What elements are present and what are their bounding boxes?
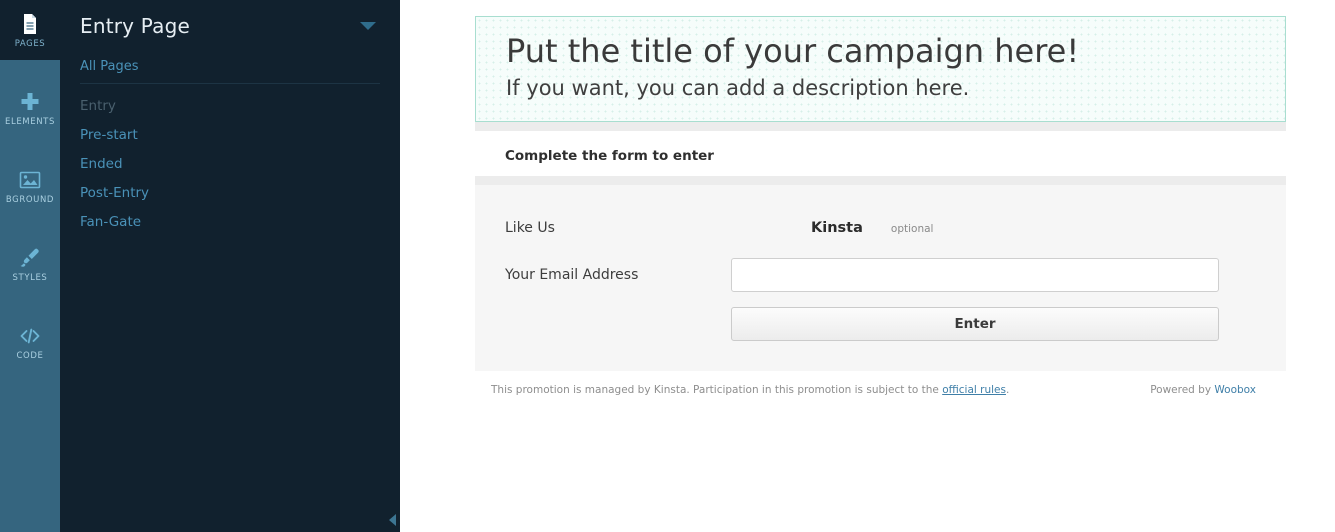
campaign-content-column: Put the title of your campaign here! If … xyxy=(475,0,1286,396)
panel-divider xyxy=(80,83,380,84)
all-pages-link[interactable]: All Pages xyxy=(80,52,380,83)
email-control xyxy=(731,257,1256,292)
brand-name: Kinsta xyxy=(811,219,863,236)
powered-by-prefix: Powered by xyxy=(1150,383,1215,396)
enter-button[interactable]: Enter xyxy=(731,306,1219,341)
rail-item-code-label: CODE xyxy=(16,350,44,361)
like-us-control: Kinsta optional xyxy=(731,220,1256,236)
rail-item-styles-label: STYLES xyxy=(12,272,48,283)
like-us-row: Like Us Kinsta optional xyxy=(505,213,1256,243)
email-field[interactable] xyxy=(731,257,1219,292)
like-us-label: Like Us xyxy=(505,219,555,236)
campaign-description-text: If you want, you can add a description h… xyxy=(506,75,970,100)
page-item-pre-start[interactable]: Pre-start xyxy=(80,120,380,149)
official-rules-link[interactable]: official rules xyxy=(942,384,1006,396)
submit-row: Enter xyxy=(505,306,1256,341)
woobox-campaign-editor: PAGES ELEMENTS BGROUND STYLES CODE Entry… xyxy=(0,0,1335,532)
divider-band-bottom xyxy=(475,175,1286,185)
rail-item-styles[interactable]: STYLES xyxy=(0,234,60,294)
footer-legal-prefix: This promotion is managed by Kinsta. Par… xyxy=(491,383,943,396)
campaign-preview-canvas: Put the title of your campaign here! If … xyxy=(400,0,1335,532)
pages-panel: Entry Page All Pages Entry Pre-start End… xyxy=(60,0,400,532)
pages-list: Entry Pre-start Ended Post-Entry Fan-Gat… xyxy=(80,91,380,236)
page-title: Entry Page xyxy=(80,14,190,38)
optional-badge: optional xyxy=(890,222,934,235)
woobox-link[interactable]: Woobox xyxy=(1214,384,1256,396)
chevron-down-icon[interactable] xyxy=(360,22,376,30)
tool-rail: PAGES ELEMENTS BGROUND STYLES CODE xyxy=(0,0,60,532)
footer-legal-text: This promotion is managed by Kinsta. Par… xyxy=(491,384,1150,396)
entry-form: Like Us Kinsta optional Your Email Addre… xyxy=(475,184,1286,371)
rail-spacer xyxy=(0,294,60,312)
page-item-post-entry[interactable]: Post-Entry xyxy=(80,178,380,207)
brush-icon xyxy=(18,246,42,270)
page-item-ended[interactable]: Ended xyxy=(80,149,380,178)
powered-by: Powered by Woobox xyxy=(1150,384,1256,396)
rail-spacer xyxy=(0,138,60,156)
collapse-panel-arrow-icon[interactable] xyxy=(389,514,396,526)
form-section-header: Complete the form to enter xyxy=(475,130,1286,176)
rail-item-pages-label: PAGES xyxy=(14,38,46,49)
rail-item-pages[interactable]: PAGES xyxy=(0,0,60,60)
like-us-value: Kinsta optional xyxy=(811,220,933,236)
rail-item-bground-label: BGROUND xyxy=(5,194,55,205)
form-section-heading: Complete the form to enter xyxy=(505,147,714,164)
rail-item-bground[interactable]: BGROUND xyxy=(0,156,60,216)
rail-item-code[interactable]: CODE xyxy=(0,312,60,372)
footer-legal-suffix: . xyxy=(1005,383,1010,396)
page-item-entry[interactable]: Entry xyxy=(80,91,380,120)
email-row: Your Email Address xyxy=(505,257,1256,292)
image-icon xyxy=(18,168,42,192)
code-icon xyxy=(18,324,42,348)
plus-icon xyxy=(18,90,42,114)
campaign-title-block[interactable]: Put the title of your campaign here! If … xyxy=(475,16,1286,122)
divider-band-top xyxy=(475,121,1286,131)
pages-panel-header: Entry Page xyxy=(80,0,380,52)
document-icon xyxy=(18,12,42,36)
email-label: Your Email Address xyxy=(505,266,639,283)
campaign-title-text: Put the title of your campaign here! xyxy=(506,32,1080,70)
campaign-footer: This promotion is managed by Kinsta. Par… xyxy=(475,370,1286,396)
page-item-fan-gate[interactable]: Fan-Gate xyxy=(80,207,380,236)
rail-item-elements-label: ELEMENTS xyxy=(5,116,55,127)
rail-spacer xyxy=(0,216,60,234)
rail-spacer xyxy=(0,60,60,78)
rail-item-elements[interactable]: ELEMENTS xyxy=(0,78,60,138)
